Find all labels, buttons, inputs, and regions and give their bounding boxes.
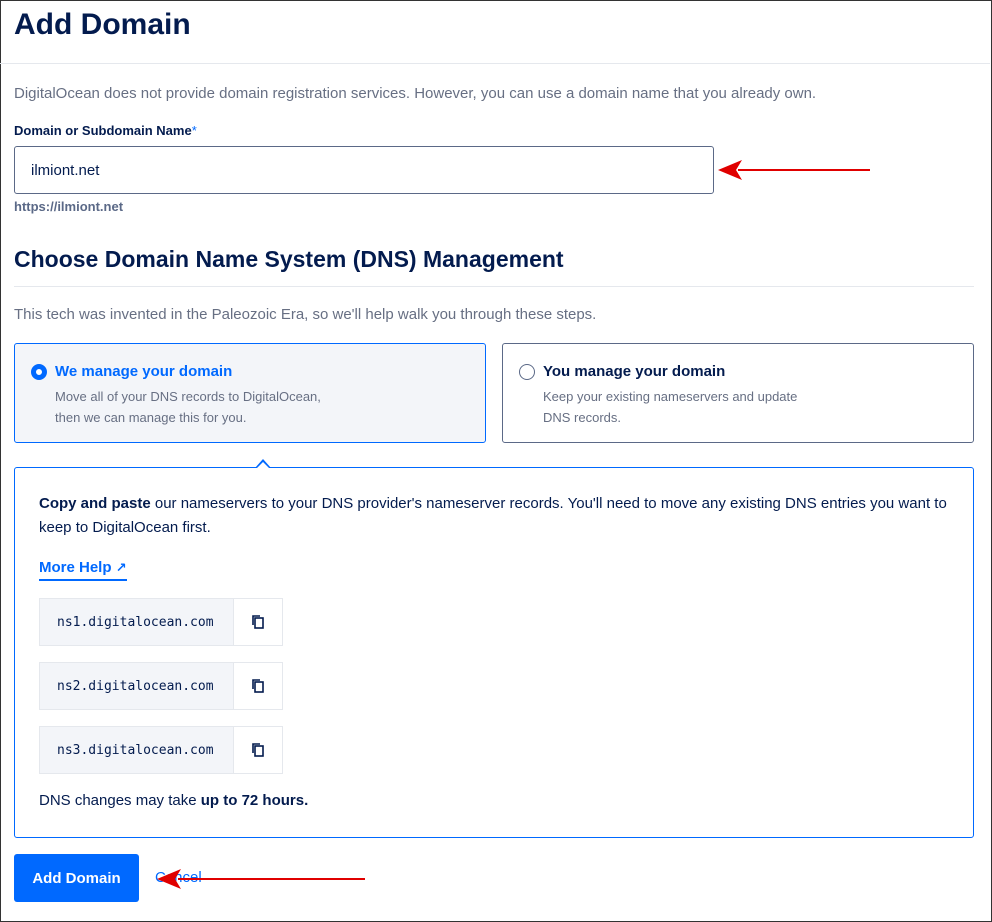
cancel-link[interactable]: Cancel (155, 869, 202, 886)
intro-text: DigitalOcean does not provide domain reg… (14, 85, 817, 102)
domain-field-label: Domain or Subdomain Name* (14, 123, 197, 138)
copy-icon (252, 615, 264, 629)
divider (14, 286, 974, 287)
option-description: Move all of your DNS records to DigitalO… (55, 386, 355, 428)
option-description-line: DNS records. (543, 410, 622, 425)
option-you-manage[interactable]: You manage your domain Keep your existin… (502, 343, 974, 443)
external-link-icon: ↗ (115, 560, 127, 575)
more-help-label: More Help (39, 559, 112, 576)
panel-instructions-rest: our nameservers to your DNS provider's n… (39, 495, 947, 536)
dns-section-subtitle: This tech was invented in the Paleozoic … (14, 306, 597, 323)
nameserver-row: ns3.digitalocean.com (39, 726, 283, 774)
option-title: You manage your domain (543, 363, 726, 380)
dns-note-prefix: DNS changes may take (39, 792, 201, 809)
option-description-line: then we can manage this for you. (55, 410, 247, 425)
dns-propagation-note: DNS changes may take up to 72 hours. (39, 792, 308, 809)
option-description-line: Keep your existing nameservers and updat… (543, 389, 798, 404)
url-preview: https://ilmiont.net (14, 199, 124, 214)
panel-caret-inner (257, 462, 269, 468)
domain-field-label-text: Domain or Subdomain Name (14, 123, 192, 138)
copy-button[interactable] (233, 598, 283, 646)
dns-note-bold: up to 72 hours. (200, 792, 309, 809)
option-description-line: Move all of your DNS records to DigitalO… (55, 389, 321, 404)
more-help-link[interactable]: More Help ↗ (39, 559, 127, 581)
add-domain-button[interactable]: Add Domain (14, 854, 139, 902)
copy-icon (252, 743, 264, 757)
radio-you-manage[interactable] (519, 364, 535, 380)
nameserver-row: ns1.digitalocean.com (39, 598, 283, 646)
radio-we-manage[interactable] (31, 364, 47, 380)
option-title: We manage your domain (55, 363, 233, 380)
dns-section-title: Choose Domain Name System (DNS) Manageme… (14, 246, 564, 272)
nameserver-value: ns3.digitalocean.com (39, 726, 233, 774)
panel-instructions: Copy and paste our nameservers to your D… (39, 492, 949, 540)
option-description: Keep your existing nameservers and updat… (543, 386, 843, 428)
option-we-manage[interactable]: We manage your domain Move all of your D… (14, 343, 486, 443)
required-mark: * (191, 123, 197, 138)
copy-button[interactable] (233, 726, 283, 774)
copy-button[interactable] (233, 662, 283, 710)
nameserver-panel: Copy and paste our nameservers to your D… (14, 467, 974, 838)
nameserver-value: ns1.digitalocean.com (39, 598, 233, 646)
copy-icon (252, 679, 264, 693)
panel-instructions-bold: Copy and paste (39, 495, 151, 512)
domain-name-input[interactable] (14, 146, 714, 194)
page-title: Add Domain (14, 8, 191, 41)
divider (0, 63, 990, 64)
nameserver-row: ns2.digitalocean.com (39, 662, 283, 710)
nameserver-value: ns2.digitalocean.com (39, 662, 233, 710)
